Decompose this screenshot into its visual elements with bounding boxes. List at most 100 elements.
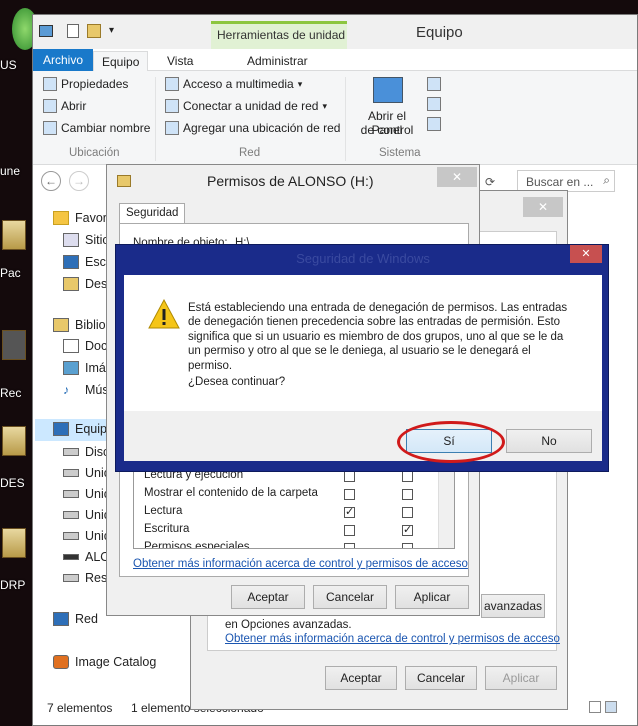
permissions-close-button[interactable]: ✕ xyxy=(437,167,477,187)
advanced-note: en Opciones avanzadas. xyxy=(225,619,352,631)
nav-escritorio[interactable]: Escr xyxy=(63,255,110,269)
perm-info-link[interactable]: Obtener más información acerca de contro… xyxy=(133,558,468,570)
allow-checkbox[interactable] xyxy=(344,471,355,482)
abrir-button[interactable]: Abrir xyxy=(43,99,86,113)
deny-checkbox[interactable] xyxy=(402,471,413,482)
tiles-view-icon[interactable] xyxy=(605,701,617,713)
permission-name: Permisos especiales xyxy=(144,541,250,549)
network-location-icon xyxy=(165,121,179,135)
nav-equipo[interactable]: Equip xyxy=(53,422,107,436)
desktop-folder-icon[interactable] xyxy=(2,528,26,558)
desktop-label: une xyxy=(0,164,21,178)
chevron-down-icon: ▾ xyxy=(322,100,327,111)
nav-label: Imá xyxy=(85,361,106,375)
nav-red[interactable]: Red xyxy=(53,612,98,626)
search-icon: ⌕ xyxy=(603,173,610,187)
ribbon-separator xyxy=(345,77,346,161)
uninstall-icon[interactable] xyxy=(427,77,441,91)
nav-alonso[interactable]: ALO xyxy=(63,550,110,564)
downloads-icon xyxy=(63,277,79,291)
security-close-button[interactable]: ✕ xyxy=(570,245,602,263)
deny-checkbox[interactable] xyxy=(402,543,413,548)
nav-documentos[interactable]: Doc xyxy=(63,339,107,353)
desktop-label: Pac xyxy=(0,266,21,280)
refresh-button[interactable]: ⟳ xyxy=(485,175,495,189)
propiedades-button[interactable]: Propiedades xyxy=(43,77,128,91)
forward-button[interactable]: → xyxy=(69,171,89,191)
drive-icon xyxy=(63,448,79,456)
nav-favoritos[interactable]: Favori xyxy=(53,211,110,225)
network-icon xyxy=(53,612,69,626)
perm-accept-button[interactable]: Aceptar xyxy=(231,585,305,609)
qat-dropdown-icon[interactable]: ▾ xyxy=(109,25,114,36)
back-button[interactable]: ← xyxy=(41,171,61,191)
nav-unidad[interactable]: Unic xyxy=(63,466,110,480)
desktop-label: DES xyxy=(0,476,25,490)
recycle-bin-icon[interactable] xyxy=(2,330,26,360)
deny-checkbox[interactable]: ✓ xyxy=(402,525,413,536)
properties-close-button[interactable]: ✕ xyxy=(523,197,563,217)
chevron-down-icon: ▾ xyxy=(297,78,303,89)
agregar-ubicacion-label: Agregar una ubicación de red xyxy=(183,121,341,135)
drive-icon xyxy=(63,469,79,477)
allow-checkbox[interactable] xyxy=(344,543,355,548)
open-icon xyxy=(43,99,57,113)
search-input[interactable]: Buscar en ... ⌕ xyxy=(517,170,615,192)
nav-bibliotecas[interactable]: Biblio xyxy=(53,318,106,332)
desktop-icon xyxy=(63,255,79,269)
tab-vista[interactable]: Vista xyxy=(159,51,201,71)
desktop-label: US xyxy=(0,58,17,72)
tab-archivo[interactable]: Archivo xyxy=(33,49,94,71)
ribbon-separator xyxy=(155,77,156,161)
permission-row: Escritura ✓ xyxy=(144,523,434,539)
title-bar: ▾ Herramientas de unidad Equipo xyxy=(33,15,637,49)
nav-unidad[interactable]: Unic xyxy=(63,508,110,522)
tab-administrar[interactable]: Administrar xyxy=(239,51,316,71)
ribbon: Propiedades Abrir Cambiar nombre Ubicaci… xyxy=(33,71,637,165)
props-apply-button[interactable]: Aplicar xyxy=(485,666,557,690)
manage-icon[interactable] xyxy=(427,117,441,131)
perm-cancel-button[interactable]: Cancelar xyxy=(313,585,387,609)
status-count: 7 elementos xyxy=(47,701,113,715)
system-properties-icon[interactable] xyxy=(427,97,441,111)
deny-checkbox[interactable] xyxy=(402,507,413,518)
nav-musica[interactable]: ♪ Mús xyxy=(63,383,109,397)
props-cancel-button[interactable]: Cancelar xyxy=(405,666,477,690)
perm-apply-button[interactable]: Aplicar xyxy=(395,585,469,609)
props-accept-button[interactable]: Aceptar xyxy=(325,666,397,690)
nav-image-catalog[interactable]: Image Catalog xyxy=(53,655,156,669)
nav-unidad[interactable]: Unic xyxy=(63,487,110,501)
desktop-folder-icon[interactable] xyxy=(2,220,26,250)
deny-checkbox[interactable] xyxy=(402,489,413,500)
panel-control-button[interactable]: Abrir el Panel de control xyxy=(351,75,423,141)
new-folder-quick-icon[interactable] xyxy=(87,24,101,38)
tab-seguridad[interactable]: Seguridad xyxy=(119,203,186,223)
props-info-link[interactable]: Obtener más información acerca de contro… xyxy=(225,633,560,645)
no-button[interactable]: No xyxy=(506,429,592,453)
properties-quick-icon[interactable] xyxy=(67,24,79,38)
nav-unidad[interactable]: Unic xyxy=(63,529,110,543)
nav-imagenes[interactable]: Imá xyxy=(63,361,106,375)
advanced-button[interactable]: avanzadas xyxy=(481,594,545,618)
nav-sitios[interactable]: Sitio xyxy=(63,233,109,247)
propiedades-label: Propiedades xyxy=(61,77,129,91)
acceso-multimedia-button[interactable]: Acceso a multimedia ▾ xyxy=(165,77,302,91)
nav-disco[interactable]: Disc xyxy=(63,445,109,459)
permission-name: Lectura xyxy=(144,505,183,517)
conectar-unidad-label: Conectar a unidad de red xyxy=(183,99,319,113)
cambiar-nombre-button[interactable]: Cambiar nombre xyxy=(43,121,150,135)
allow-checkbox[interactable] xyxy=(344,489,355,500)
details-view-icon[interactable] xyxy=(589,701,601,713)
desktop-folder-icon[interactable] xyxy=(2,426,26,456)
tab-equipo[interactable]: Equipo xyxy=(93,51,149,71)
pictures-icon xyxy=(63,361,79,375)
allow-checkbox[interactable]: ✓ xyxy=(344,507,355,518)
usb-drive-icon xyxy=(63,554,79,560)
conectar-unidad-button[interactable]: Conectar a unidad de red ▾ xyxy=(165,99,327,113)
group-ubicacion-label: Ubicación xyxy=(69,147,120,159)
agregar-ubicacion-button[interactable]: Agregar una ubicación de red xyxy=(165,121,340,135)
allow-checkbox[interactable] xyxy=(344,525,355,536)
permissions-scrollbar[interactable] xyxy=(438,466,454,548)
search-placeholder: Buscar en ... xyxy=(526,175,594,189)
drive-icon xyxy=(63,490,79,498)
